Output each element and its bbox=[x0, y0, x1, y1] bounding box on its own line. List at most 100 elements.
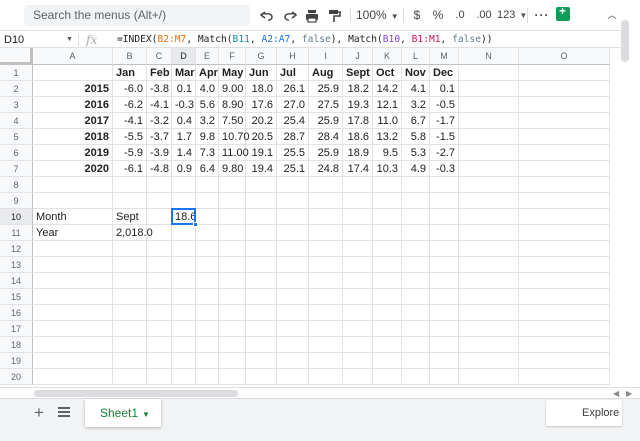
cell-h6[interactable]: 25.5 bbox=[277, 145, 309, 161]
cell-e2[interactable]: 4.0 bbox=[196, 81, 219, 97]
grid-cell[interactable] bbox=[219, 305, 246, 321]
grid-cell[interactable] bbox=[309, 177, 343, 193]
grid-cell[interactable] bbox=[459, 353, 519, 369]
grid-cell[interactable] bbox=[519, 241, 610, 257]
cell-k4[interactable]: 11.0 bbox=[373, 113, 402, 129]
row-header-20[interactable]: 20 bbox=[0, 369, 33, 385]
select-all-corner[interactable] bbox=[0, 48, 33, 65]
grid-cell[interactable] bbox=[373, 369, 402, 385]
grid-cell[interactable] bbox=[402, 305, 430, 321]
grid-cell[interactable] bbox=[246, 209, 277, 225]
grid-cell[interactable] bbox=[343, 289, 373, 305]
cell-e7[interactable]: 6.4 bbox=[196, 161, 219, 177]
grid-cell[interactable] bbox=[277, 305, 309, 321]
cell-h2[interactable]: 26.1 bbox=[277, 81, 309, 97]
grid-cell[interactable] bbox=[196, 257, 219, 273]
grid-cell[interactable] bbox=[33, 305, 113, 321]
cell-f4[interactable]: 7.50 bbox=[219, 113, 246, 129]
grid-cell[interactable] bbox=[219, 289, 246, 305]
grid-cell[interactable] bbox=[343, 369, 373, 385]
grid-cell[interactable] bbox=[519, 321, 610, 337]
grid-cell[interactable] bbox=[196, 289, 219, 305]
cell-g5[interactable]: 20.5 bbox=[246, 129, 277, 145]
grid-cell[interactable] bbox=[430, 225, 459, 241]
cell-g3[interactable]: 17.6 bbox=[246, 97, 277, 113]
column-header-c[interactable]: C bbox=[147, 48, 172, 65]
row-header-9[interactable]: 9 bbox=[0, 193, 33, 209]
row-header-5[interactable]: 5 bbox=[0, 129, 33, 145]
cell-g6[interactable]: 19.1 bbox=[246, 145, 277, 161]
chevron-down-icon[interactable]: ▼ bbox=[142, 410, 150, 419]
grid-cell[interactable] bbox=[172, 257, 196, 273]
grid-cell[interactable] bbox=[309, 193, 343, 209]
cell-i5[interactable]: 28.4 bbox=[309, 129, 343, 145]
cell-h7[interactable]: 25.1 bbox=[277, 161, 309, 177]
row-header-18[interactable]: 18 bbox=[0, 337, 33, 353]
row-header-16[interactable]: 16 bbox=[0, 305, 33, 321]
grid-cell[interactable] bbox=[402, 321, 430, 337]
grid-cell[interactable] bbox=[459, 225, 519, 241]
grid-cell[interactable] bbox=[277, 257, 309, 273]
grid-cell[interactable] bbox=[519, 97, 610, 113]
cell-f1[interactable]: May bbox=[219, 65, 246, 81]
cell-c2[interactable]: -3.8 bbox=[147, 81, 172, 97]
grid-cell[interactable] bbox=[402, 225, 430, 241]
cell-k5[interactable]: 13.2 bbox=[373, 129, 402, 145]
cell-i1[interactable]: Aug bbox=[309, 65, 343, 81]
grid-cell[interactable] bbox=[402, 337, 430, 353]
grid-cell[interactable] bbox=[309, 305, 343, 321]
grid-cell[interactable] bbox=[373, 241, 402, 257]
cell-c4[interactable]: -3.2 bbox=[147, 113, 172, 129]
grid-cell[interactable] bbox=[277, 353, 309, 369]
grid-cell[interactable] bbox=[113, 321, 147, 337]
grid-cell[interactable] bbox=[309, 209, 343, 225]
grid-cell[interactable] bbox=[309, 241, 343, 257]
column-header-n[interactable]: N bbox=[459, 48, 519, 65]
grid-cell[interactable] bbox=[147, 369, 172, 385]
grid-cell[interactable] bbox=[343, 241, 373, 257]
more-options-icon[interactable]: ··· bbox=[533, 5, 551, 26]
cell-c5[interactable]: -3.7 bbox=[147, 129, 172, 145]
grid-cell[interactable] bbox=[246, 353, 277, 369]
grid-cell[interactable] bbox=[113, 193, 147, 209]
cell-j1[interactable]: Sept bbox=[343, 65, 373, 81]
cell-d3[interactable]: -0.3 bbox=[172, 97, 196, 113]
row-header-4[interactable]: 4 bbox=[0, 113, 33, 129]
cell-e5[interactable]: 9.8 bbox=[196, 129, 219, 145]
cell-j4[interactable]: 17.8 bbox=[343, 113, 373, 129]
column-header-k[interactable]: K bbox=[373, 48, 402, 65]
grid-cell[interactable] bbox=[33, 241, 113, 257]
cell-k6[interactable]: 9.5 bbox=[373, 145, 402, 161]
grid-cell[interactable] bbox=[246, 321, 277, 337]
grid-cell[interactable] bbox=[402, 257, 430, 273]
grid-cell[interactable] bbox=[33, 193, 113, 209]
horizontal-scrollbar[interactable] bbox=[34, 390, 238, 397]
cell-b7[interactable]: -6.1 bbox=[113, 161, 147, 177]
cell-d2[interactable]: 0.1 bbox=[172, 81, 196, 97]
cell-j5[interactable]: 18.6 bbox=[343, 129, 373, 145]
explore-button[interactable]: Explore bbox=[546, 400, 622, 426]
cell-j3[interactable]: 19.3 bbox=[343, 97, 373, 113]
grid-cell[interactable] bbox=[430, 353, 459, 369]
cell-m1[interactable]: Dec bbox=[430, 65, 459, 81]
grid-cell[interactable] bbox=[219, 353, 246, 369]
grid-cell[interactable] bbox=[373, 209, 402, 225]
grid-cell[interactable] bbox=[373, 257, 402, 273]
cell-b10[interactable]: Sept bbox=[113, 209, 147, 225]
percent-format-button[interactable]: % bbox=[431, 5, 445, 26]
column-header-h[interactable]: H bbox=[277, 48, 309, 65]
grid-cell[interactable] bbox=[343, 193, 373, 209]
grid-cell[interactable] bbox=[459, 257, 519, 273]
grid-cell[interactable] bbox=[373, 273, 402, 289]
more-formats-button[interactable]: 123 ▼ bbox=[497, 5, 527, 26]
grid-cell[interactable] bbox=[219, 241, 246, 257]
cell-e6[interactable]: 7.3 bbox=[196, 145, 219, 161]
increase-decimal-button[interactable]: .00 bbox=[474, 5, 494, 26]
zoom-select[interactable]: 100% ▼ bbox=[356, 5, 399, 26]
grid-cell[interactable] bbox=[519, 193, 610, 209]
grid-cell[interactable] bbox=[277, 289, 309, 305]
grid-cell[interactable] bbox=[147, 177, 172, 193]
grid-cell[interactable] bbox=[246, 257, 277, 273]
cell-d6[interactable]: 1.4 bbox=[172, 145, 196, 161]
grid-cell[interactable] bbox=[430, 305, 459, 321]
